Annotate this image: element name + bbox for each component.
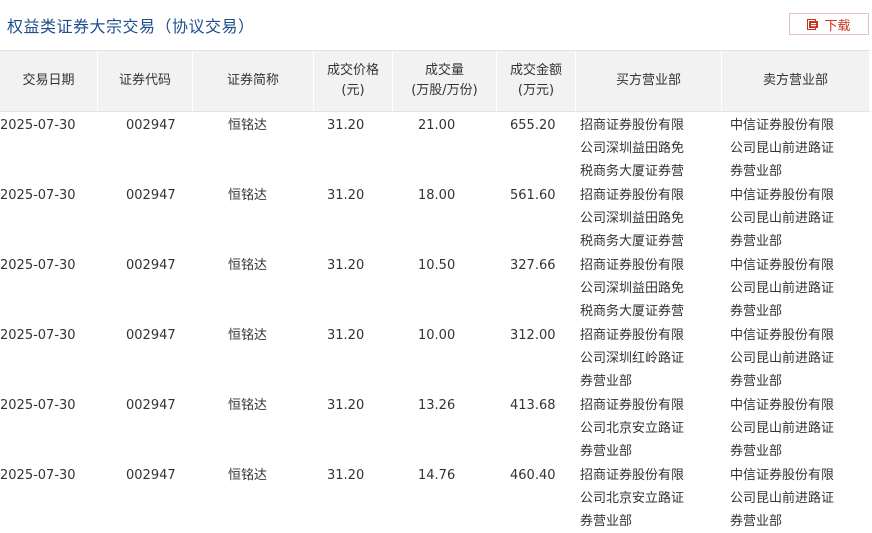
header-price: 成交价格 (元)	[314, 51, 393, 111]
cell-code: 002947	[126, 468, 176, 483]
cell-date: 2025-07-30	[0, 468, 76, 483]
cell-date: 2025-07-30	[0, 188, 76, 203]
cell-buyer: 招商证券股份有限公司深圳红岭路证券营业部	[580, 328, 685, 389]
header-label: 成交金额	[509, 63, 562, 78]
header-unit: (元)	[341, 83, 365, 98]
cell-code: 002947	[126, 398, 176, 413]
header-trade-date: 交易日期	[0, 51, 98, 111]
table-row: 2025-07-30 002947 恒铭达 31.20 13.26 413.68 招商证券股…	[0, 392, 870, 462]
cell-amount: 460.40	[510, 468, 556, 483]
cell-volume: 18.00	[418, 188, 456, 203]
header-label: 成交量	[424, 63, 464, 78]
cell-name: 恒铭达	[228, 258, 268, 273]
cell-date: 2025-07-30	[0, 328, 76, 343]
cell-price: 31.20	[327, 188, 365, 203]
cell-code: 002947	[126, 328, 176, 343]
cell-volume: 13.26	[418, 398, 456, 413]
table-header: 交易日期 证券代码 证券简称 成交价格 (元) 成交量 (万股/万份) 成交金额 (万元) 买方营…	[0, 50, 870, 112]
table-row: 2025-07-30 002947 恒铭达 31.20 18.00 561.60 招商证券股…	[0, 182, 870, 252]
cell-volume: 10.00	[418, 328, 456, 343]
cell-volume: 21.00	[418, 118, 456, 133]
page-title: 权益类证券大宗交易（协议交易）	[7, 17, 255, 36]
cell-amount: 561.60	[510, 188, 556, 203]
cell-price: 31.20	[327, 258, 365, 273]
table-row: 2025-07-30 002947 恒铭达 31.20 10.00 312.00 招商证券股…	[0, 322, 870, 392]
cell-amount: 327.66	[510, 258, 556, 273]
cell-code: 002947	[126, 258, 176, 273]
cell-code: 002947	[126, 188, 176, 203]
cell-name: 恒铭达	[228, 468, 268, 483]
cell-amount: 312.00	[510, 328, 556, 343]
cell-seller: 中信证券股份有限公司昆山前进路证券营业部	[730, 468, 835, 529]
cell-name: 恒铭达	[228, 188, 268, 203]
header-security-name: 证券简称	[193, 51, 314, 111]
cell-buyer: 招商证券股份有限公司深圳益田路免税商务大厦证券营	[580, 258, 685, 319]
header-seller-branch: 卖方营业部	[722, 51, 870, 111]
header-label: 交易日期	[22, 73, 75, 88]
table-row: 2025-07-30 002947 恒铭达 31.20 21.00 655.20 招商证券股…	[0, 112, 870, 182]
header-security-code: 证券代码	[98, 51, 193, 111]
cell-name: 恒铭达	[228, 328, 268, 343]
header-label: 买方营业部	[615, 73, 681, 88]
header-unit: (万股/万份)	[411, 83, 478, 98]
cell-price: 31.20	[327, 328, 365, 343]
cell-date: 2025-07-30	[0, 398, 76, 413]
cell-seller: 中信证券股份有限公司昆山前进路证券营业部	[730, 118, 835, 179]
cell-seller: 中信证券股份有限公司昆山前进路证券营业部	[730, 188, 835, 249]
cell-price: 31.20	[327, 398, 365, 413]
table-row: 2025-07-30 002947 恒铭达 31.20 10.50 327.66 招商证券股…	[0, 252, 870, 322]
cell-buyer: 招商证券股份有限公司北京安立路证券营业部	[580, 468, 685, 529]
cell-volume: 14.76	[418, 468, 456, 483]
cell-seller: 中信证券股份有限公司昆山前进路证券营业部	[730, 258, 835, 319]
cell-date: 2025-07-30	[0, 118, 76, 133]
download-button[interactable]: 下载	[789, 13, 869, 35]
header-amount: 成交金额 (万元)	[497, 51, 576, 111]
header-unit: (万元)	[517, 83, 555, 98]
header-label: 卖方营业部	[762, 73, 828, 88]
cell-buyer: 招商证券股份有限公司深圳益田路免税商务大厦证券营	[580, 118, 685, 179]
cell-buyer: 招商证券股份有限公司北京安立路证券营业部	[580, 398, 685, 459]
header-buyer-branch: 买方营业部	[576, 51, 722, 111]
cell-name: 恒铭达	[228, 118, 268, 133]
cell-name: 恒铭达	[228, 398, 268, 413]
cell-buyer: 招商证券股份有限公司深圳益田路免税商务大厦证券营	[580, 188, 685, 249]
cell-price: 31.20	[327, 118, 365, 133]
file-download-icon	[807, 18, 819, 30]
download-label: 下载	[824, 18, 851, 34]
block-trade-table: 交易日期 证券代码 证券简称 成交价格 (元) 成交量 (万股/万份) 成交金额 (万元) 买方营…	[0, 50, 870, 532]
cell-price: 31.20	[327, 468, 365, 483]
table-row: 2025-07-30 002947 恒铭达 31.20 14.76 460.40 招商证券股…	[0, 462, 870, 532]
table-body: 2025-07-30 002947 恒铭达 31.20 21.00 655.20 招商证券股…	[0, 112, 870, 532]
cell-amount: 655.20	[510, 118, 556, 133]
header-label: 证券简称	[226, 73, 279, 88]
cell-seller: 中信证券股份有限公司昆山前进路证券营业部	[730, 328, 835, 389]
cell-amount: 413.68	[510, 398, 556, 413]
cell-date: 2025-07-30	[0, 258, 76, 273]
cell-code: 002947	[126, 118, 176, 133]
header-label: 证券代码	[118, 73, 171, 88]
cell-volume: 10.50	[418, 258, 456, 273]
cell-seller: 中信证券股份有限公司昆山前进路证券营业部	[730, 398, 835, 459]
header-label: 成交价格	[326, 63, 379, 78]
header-volume: 成交量 (万股/万份)	[393, 51, 497, 111]
